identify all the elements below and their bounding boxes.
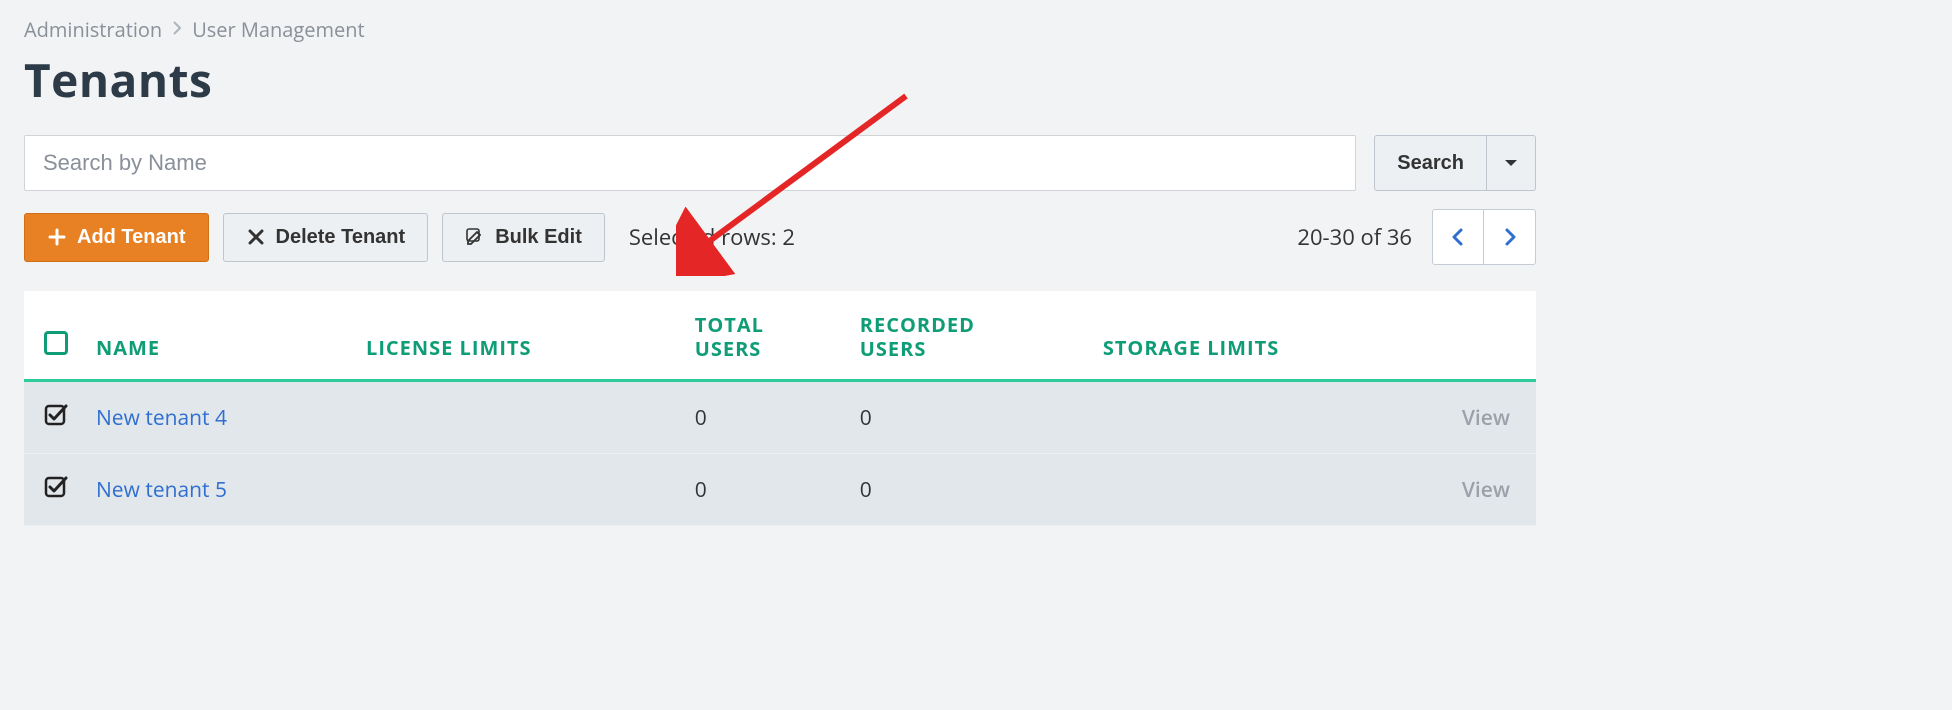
edit-icon: [465, 227, 485, 247]
search-button[interactable]: Search: [1374, 135, 1487, 191]
search-row: Search: [24, 135, 1536, 191]
cell-storage-limits: [1089, 381, 1436, 454]
breadcrumb-separator-icon: [172, 18, 182, 42]
column-header-total-users[interactable]: TOTALUSERS: [681, 291, 846, 379]
cell-recorded-users: 0: [846, 381, 1089, 454]
plus-icon: [47, 227, 67, 247]
table-row: New tenant 5 0 0 View: [24, 454, 1536, 526]
bulk-edit-button[interactable]: Bulk Edit: [442, 213, 605, 262]
column-header-storage-limits[interactable]: STORAGE LIMITS: [1089, 291, 1436, 379]
selected-rows-text: Selected rows: 2: [629, 222, 795, 252]
cell-recorded-users: 0: [846, 454, 1089, 526]
breadcrumb-user-management[interactable]: User Management: [192, 16, 364, 43]
bulk-edit-label: Bulk Edit: [495, 226, 582, 249]
select-all-checkbox[interactable]: [44, 331, 68, 355]
search-button-group: Search: [1374, 135, 1536, 191]
view-link[interactable]: View: [1462, 404, 1510, 432]
column-header-license-limits[interactable]: LICENSE LIMITS: [352, 291, 681, 379]
caret-down-icon: [1501, 153, 1521, 173]
view-link[interactable]: View: [1462, 476, 1510, 504]
search-options-dropdown[interactable]: [1487, 135, 1536, 191]
tenant-name-link[interactable]: New tenant 4: [96, 404, 227, 432]
cell-storage-limits: [1089, 454, 1436, 526]
cell-total-users: 0: [681, 381, 846, 454]
breadcrumb-administration[interactable]: Administration: [24, 16, 162, 43]
pagination-next-button[interactable]: [1484, 209, 1536, 265]
column-header-recorded-users[interactable]: RECORDEDUSERS: [846, 291, 1089, 379]
delete-tenant-label: Delete Tenant: [276, 226, 406, 249]
pagination-prev-button[interactable]: [1432, 209, 1484, 265]
tenants-table: NAME LICENSE LIMITS TOTALUSERS RECORDEDU…: [24, 291, 1536, 526]
pagination-controls: [1432, 209, 1536, 265]
pagination-range: 20-30 of 36: [1297, 222, 1412, 252]
chevron-left-icon: [1448, 227, 1468, 247]
add-tenant-label: Add Tenant: [77, 226, 186, 249]
cell-license-limits: [352, 454, 681, 526]
cell-total-users: 0: [681, 454, 846, 526]
chevron-right-icon: [1500, 227, 1520, 247]
row-checkbox[interactable]: [44, 474, 68, 498]
cell-license-limits: [352, 381, 681, 454]
row-checkbox[interactable]: [44, 402, 68, 426]
table-row: New tenant 4 0 0 View: [24, 381, 1536, 454]
page-title: Tenants: [24, 49, 1536, 111]
column-header-name[interactable]: NAME: [82, 291, 352, 379]
delete-tenant-button[interactable]: Delete Tenant: [223, 213, 429, 262]
toolbar: Add Tenant Delete Tenant Bulk Edit Selec…: [24, 209, 1536, 265]
tenants-table-wrap: NAME LICENSE LIMITS TOTALUSERS RECORDEDU…: [24, 291, 1536, 526]
x-icon: [246, 227, 266, 247]
tenant-name-link[interactable]: New tenant 5: [96, 476, 227, 504]
add-tenant-button[interactable]: Add Tenant: [24, 213, 209, 262]
breadcrumb: Administration User Management: [24, 16, 1536, 43]
search-button-label: Search: [1397, 152, 1464, 175]
search-input[interactable]: [24, 135, 1356, 191]
